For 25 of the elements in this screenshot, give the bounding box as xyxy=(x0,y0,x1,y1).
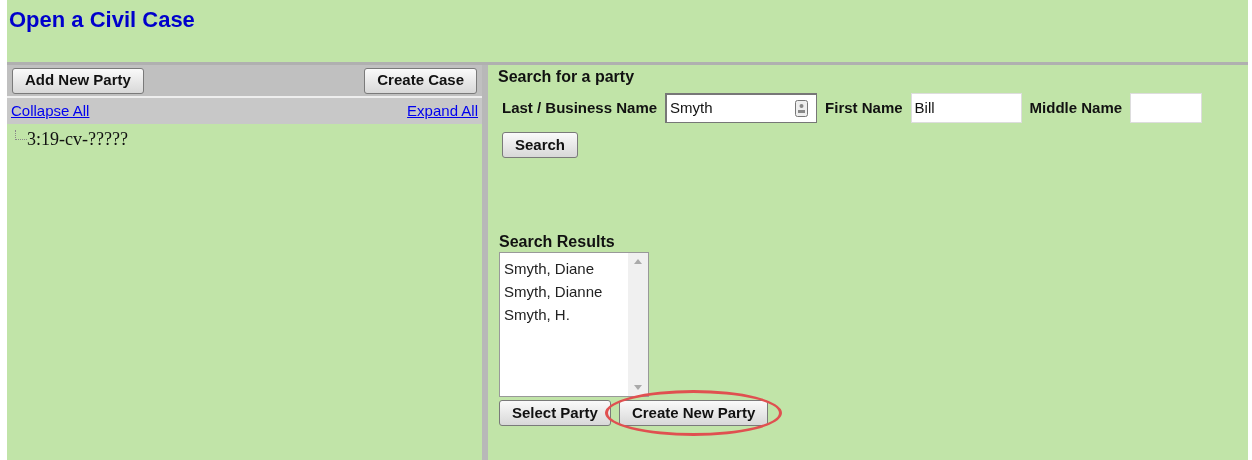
result-item[interactable]: Smyth, Dianne xyxy=(504,280,628,303)
create-case-button[interactable]: Create Case xyxy=(364,67,477,94)
tree-node[interactable]: 3:19-cv-????? xyxy=(27,128,128,150)
contact-card-icon xyxy=(795,100,809,117)
scroll-down-icon xyxy=(634,385,642,390)
field-label: First Name xyxy=(825,97,903,118)
field-label: Middle Name xyxy=(1029,97,1123,118)
scrollbar[interactable] xyxy=(628,253,648,396)
expand-all-link[interactable]: Expand All xyxy=(407,99,478,123)
text-field[interactable]: Smyth xyxy=(665,93,818,123)
search-button[interactable]: Search xyxy=(502,132,579,158)
tree-connector xyxy=(15,130,27,140)
results-heading: Search Results xyxy=(499,232,616,252)
add-party-button[interactable]: Add New Party xyxy=(12,67,144,94)
text-field[interactable] xyxy=(1130,93,1203,123)
page-title: Open a Civil Case xyxy=(9,6,196,34)
collapse-all-link[interactable]: Collapse All xyxy=(11,99,90,123)
scroll-up-icon xyxy=(634,259,642,264)
create-party-button[interactable]: Create New Party xyxy=(618,400,769,426)
text-field[interactable]: Bill xyxy=(910,93,1022,123)
result-item[interactable]: Smyth, Diane xyxy=(504,257,628,280)
search-heading: Search for a party xyxy=(498,67,636,87)
field-label: Last / Business Name xyxy=(502,97,658,118)
select-party-button[interactable]: Select Party xyxy=(499,400,611,426)
result-item[interactable]: Smyth, H. xyxy=(504,303,628,326)
